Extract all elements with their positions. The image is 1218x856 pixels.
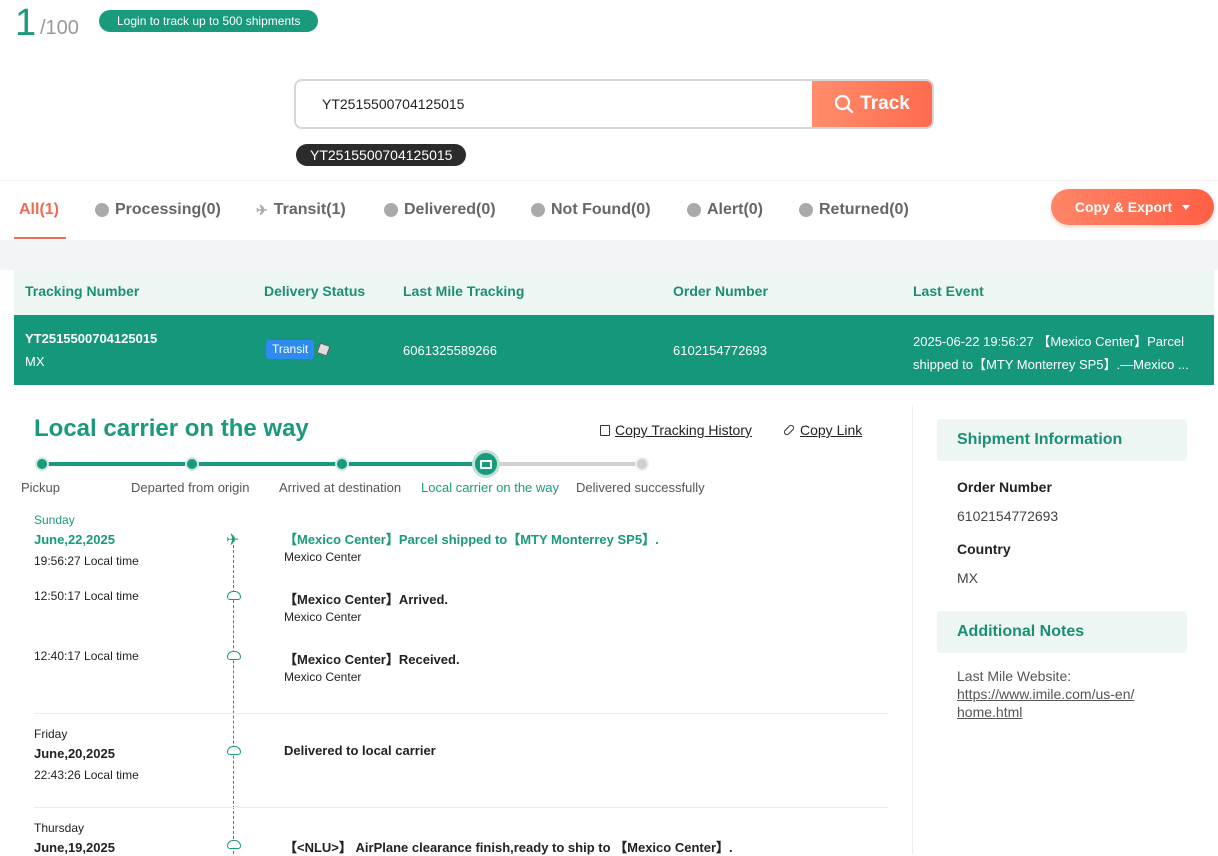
shipment-info-header: Shipment Information (937, 419, 1187, 461)
row-last-event-line2: shipped to【MTY Monterrey SP5】.—Mexico ..… (913, 357, 1189, 372)
step-departed-label: Departed from origin (131, 480, 250, 495)
step-local-carrier-label: Local carrier on the way (421, 480, 560, 495)
step-local-carrier-node (472, 450, 500, 478)
table-header: Tracking Number Delivery Status Last Mil… (14, 270, 1214, 315)
search-icon (835, 94, 854, 114)
order-number-value: 6102154772693 (957, 508, 1059, 524)
country-value: MX (957, 570, 978, 586)
link-icon (782, 423, 796, 437)
timeline-event: 【<NLU>】 AirPlane clearance finish,ready … (284, 840, 733, 855)
status-tabs: All(1) Processing(0) ✈ Transit(1) Deliver… (0, 180, 1218, 240)
status-title: Local carrier on the way (34, 415, 309, 442)
step-pickup-node (35, 457, 49, 471)
row-tracking-number: YT2515500704125015 (25, 331, 158, 346)
notes-label: Last Mile Website: (957, 668, 1072, 684)
clock-icon (95, 203, 109, 217)
tracking-input[interactable] (296, 81, 814, 127)
step-delivered-label: Delivered successfully (576, 480, 705, 495)
timeline-location: Mexico Center (284, 610, 362, 624)
timeline-day: Sunday (34, 513, 75, 527)
timeline-date: June,20,2025 (34, 746, 115, 761)
country-label: Country (957, 541, 1011, 557)
row-country: MX (25, 354, 45, 369)
table-spacer (0, 240, 1218, 270)
status-badge: Transit (266, 340, 315, 359)
x-circle-icon (531, 203, 545, 217)
caret-down-icon (1182, 204, 1191, 210)
timeline-time: 12:50:17 Local time (34, 589, 139, 603)
active-tab-indicator (14, 237, 66, 239)
check-icon (384, 203, 398, 217)
timeline-location: Mexico Center (284, 670, 362, 684)
copy-export-button[interactable]: Copy & Export (1051, 189, 1214, 225)
timeline-event: Delivered to local carrier (284, 743, 436, 758)
tab-all[interactable]: All(1) (19, 201, 59, 219)
step-arrived-node (335, 457, 349, 471)
recent-tracking-chip[interactable]: YT2515500704125015 (296, 144, 467, 166)
login-button[interactable]: Login to track up to 500 shipments (99, 10, 319, 32)
search-box: Track (294, 79, 934, 129)
timeline-location: Mexico Center (284, 550, 362, 564)
tab-returned[interactable]: Returned(0) (799, 201, 909, 219)
timeline-event: 【Mexico Center】Received. (284, 652, 460, 667)
col-last-mile: Last Mile Tracking (403, 283, 525, 299)
timeline-date: June,19,2025 (34, 840, 115, 855)
progress-fill (42, 462, 492, 466)
col-order-number: Order Number (673, 283, 768, 299)
row-order-number: 6102154772693 (673, 343, 767, 358)
additional-notes-header: Additional Notes (937, 611, 1187, 653)
timeline-time: 19:56:27 Local time (34, 554, 139, 568)
cloud-icon (227, 746, 241, 755)
step-arrived-label: Arrived at destination (279, 480, 402, 495)
timeline-day: Thursday (34, 821, 85, 835)
order-number-label: Order Number (957, 479, 1052, 495)
copy-icon (600, 424, 610, 436)
tab-delivered[interactable]: Delivered(0) (384, 201, 496, 219)
timeline-event: 【Mexico Center】Arrived. (284, 592, 448, 607)
timeline-day: Friday (34, 727, 68, 741)
shipment-limit: /100 (40, 17, 79, 39)
track-label: Track (860, 93, 910, 114)
alert-icon (687, 203, 701, 217)
tab-processing[interactable]: Processing(0) (95, 201, 221, 219)
copy-history-button[interactable]: Copy Tracking History (600, 422, 752, 438)
col-last-event: Last Event (913, 283, 984, 299)
return-icon (799, 203, 813, 217)
table-row[interactable]: YT2515500704125015 MX Transit 6061325589… (14, 315, 1214, 385)
copy-link-button[interactable]: Copy Link (782, 422, 862, 438)
plane-icon: ✈ (226, 532, 240, 549)
track-button[interactable]: Track (812, 81, 932, 127)
date-divider (34, 807, 888, 808)
timeline-time: 12:40:17 Local time (34, 649, 139, 663)
step-departed-node (185, 457, 199, 471)
row-last-event-line1: 2025-06-22 19:56:27 【Mexico Center】Parce… (913, 334, 1184, 349)
timeline-time: 22:43:26 Local time (34, 768, 139, 782)
tab-transit[interactable]: ✈ Transit(1) (256, 201, 346, 219)
date-divider (34, 713, 888, 714)
col-tracking-number: Tracking Number (25, 283, 140, 299)
plane-icon: ✈ (256, 201, 268, 218)
timeline-date: June,22,2025 (34, 532, 115, 547)
step-delivered-node (635, 457, 649, 471)
package-icon (316, 342, 331, 357)
tab-not-found[interactable]: Not Found(0) (531, 201, 651, 219)
last-mile-website-link[interactable]: https://www.imile.com/us-en/home.html (957, 686, 1134, 720)
tab-alert[interactable]: Alert(0) (687, 201, 763, 219)
timeline-event: 【Mexico Center】Parcel shipped to【MTY Mon… (284, 532, 659, 547)
row-last-mile[interactable]: 6061325589266 (403, 343, 497, 358)
truck-icon (480, 459, 492, 469)
shipment-count: 1 (15, 2, 37, 44)
notes-body: Last Mile Website: https://www.imile.com… (957, 667, 1137, 721)
panel-divider (912, 405, 913, 854)
cloud-icon (227, 591, 241, 600)
col-delivery-status: Delivery Status (264, 283, 366, 299)
cloud-icon (227, 840, 241, 849)
step-pickup-label: Pickup (21, 480, 61, 495)
cloud-icon (227, 651, 241, 660)
